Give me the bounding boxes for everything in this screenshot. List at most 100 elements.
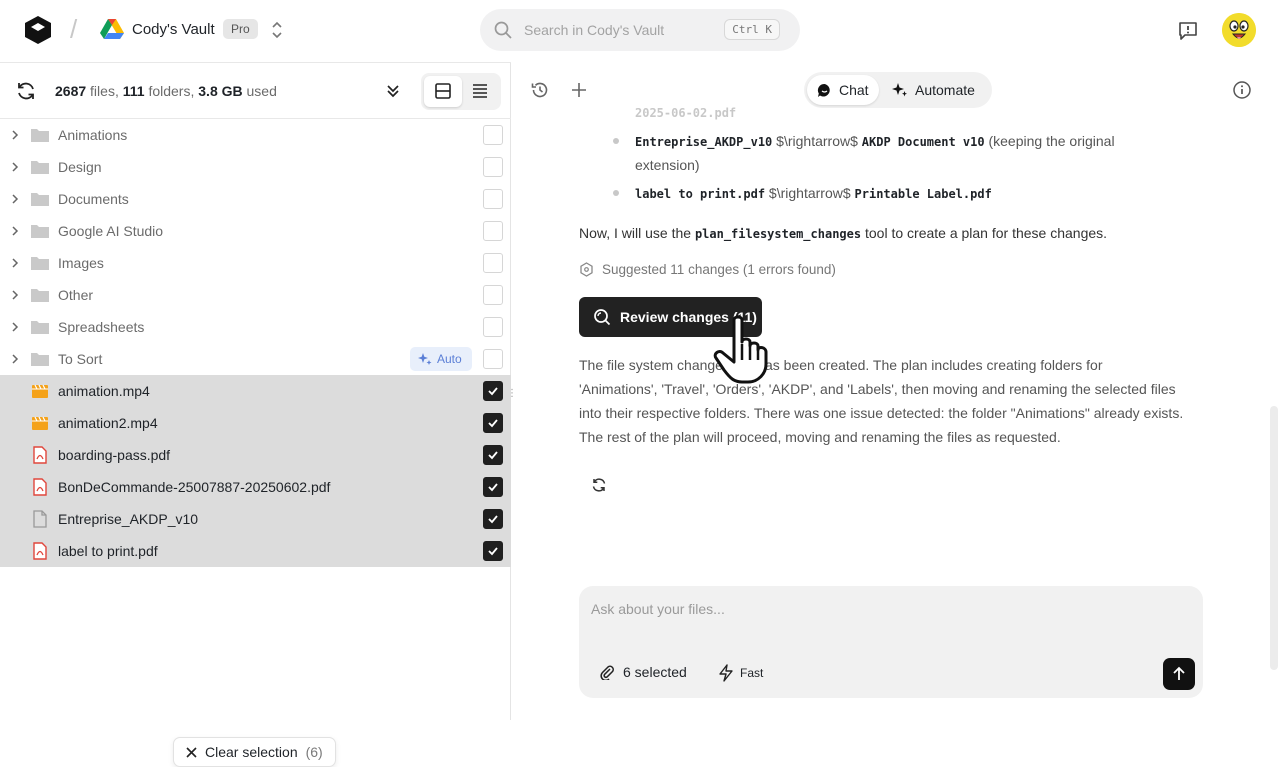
folder-row-other[interactable]: Other xyxy=(0,279,511,311)
clear-selection-button[interactable]: Clear selection (6) xyxy=(173,737,336,767)
tab-chat-label: Chat xyxy=(839,82,869,98)
folder-row-spreadsheets[interactable]: Spreadsheets xyxy=(0,311,511,343)
chevron-right-icon[interactable] xyxy=(9,225,21,237)
refresh-icon[interactable] xyxy=(15,80,37,102)
video-icon xyxy=(32,384,48,398)
folder-label: Spreadsheets xyxy=(58,319,145,335)
file-row-label-to-print[interactable]: label to print.pdf xyxy=(0,535,511,567)
feedback-icon[interactable] xyxy=(1176,19,1200,43)
file-row-bondecommande[interactable]: BonDeCommande-25007887-20250602.pdf xyxy=(0,471,511,503)
row-checkbox[interactable] xyxy=(483,541,503,561)
chat-icon xyxy=(817,83,830,97)
row-checkbox[interactable] xyxy=(483,477,503,497)
file-icon xyxy=(33,510,47,528)
folder-icon xyxy=(31,257,49,270)
chat-composer[interactable]: Ask about your files... 6 selected Fast xyxy=(579,586,1203,698)
file-row-animation-mp4[interactable]: animation.mp4 xyxy=(0,375,511,407)
speed-mode-button[interactable]: Fast xyxy=(718,664,763,682)
split-view-button[interactable] xyxy=(424,76,462,107)
list-view-icon xyxy=(473,84,487,98)
file-label: Entreprise_AKDP_v10 xyxy=(58,511,199,527)
rename-item-1: Entreprise_AKDP_v10 $\rightarrow$ AKDP D… xyxy=(635,133,1115,149)
chevron-right-icon[interactable] xyxy=(9,161,21,173)
info-icon[interactable] xyxy=(1232,80,1252,100)
chevron-right-icon[interactable] xyxy=(9,129,21,141)
list-bullet xyxy=(613,138,619,144)
speed-label: Fast xyxy=(740,666,764,680)
row-checkbox[interactable] xyxy=(483,157,503,177)
sparkle-icon xyxy=(892,83,907,97)
summary-line-3: into their respective folders. There was… xyxy=(579,405,1184,421)
vault-switcher-icon[interactable] xyxy=(269,20,285,40)
folder-label: Design xyxy=(58,159,102,175)
summary-line-1: The file system change plan has been cre… xyxy=(579,357,1103,373)
chevron-right-icon[interactable] xyxy=(9,289,21,301)
regenerate-icon[interactable] xyxy=(591,477,607,493)
row-checkbox[interactable] xyxy=(483,349,503,369)
file-label: label to print.pdf xyxy=(58,543,158,559)
new-chat-icon[interactable] xyxy=(570,81,588,99)
folder-row-images[interactable]: Images xyxy=(0,247,511,279)
suggested-label: Suggested 11 changes (1 errors found) xyxy=(602,262,836,277)
search-icon xyxy=(494,21,512,39)
file-row-boarding-pass[interactable]: boarding-pass.pdf xyxy=(0,439,511,471)
file-row-entreprise-akdp[interactable]: Entreprise_AKDP_v10 xyxy=(0,503,511,535)
tab-chat[interactable]: Chat xyxy=(807,75,879,105)
chevron-right-icon[interactable] xyxy=(9,321,21,333)
folder-row-animations[interactable]: Animations xyxy=(0,119,511,151)
app-logo-icon[interactable] xyxy=(22,14,54,46)
file-label: boarding-pass.pdf xyxy=(58,447,171,463)
folder-icon xyxy=(31,321,49,334)
selection-count: (6) xyxy=(305,744,323,760)
row-checkbox[interactable] xyxy=(483,445,503,465)
chevron-right-icon[interactable] xyxy=(9,193,21,205)
file-label: BonDeCommande-25007887-20250602.pdf xyxy=(58,479,331,495)
row-checkbox[interactable] xyxy=(483,189,503,209)
chevron-right-icon[interactable] xyxy=(9,257,21,269)
row-checkbox[interactable] xyxy=(483,125,503,145)
search-shortcut-hint: Ctrl K xyxy=(724,19,780,40)
folder-row-google-ai-studio[interactable]: Google AI Studio xyxy=(0,215,511,247)
list-view-button[interactable] xyxy=(461,76,499,107)
history-icon[interactable] xyxy=(530,80,550,100)
chat-scrollbar[interactable] xyxy=(1270,406,1278,670)
row-checkbox[interactable] xyxy=(483,381,503,401)
video-icon xyxy=(32,416,48,430)
breadcrumb-separator: / xyxy=(70,14,78,44)
file-tree: Animations Design Documents Google AI St… xyxy=(0,119,511,567)
send-button[interactable] xyxy=(1163,658,1195,690)
attachments-button[interactable]: 6 selected xyxy=(599,664,687,680)
folder-label: Documents xyxy=(58,191,129,207)
folder-row-documents[interactable]: Documents xyxy=(0,183,511,215)
chevron-right-icon[interactable] xyxy=(9,353,21,365)
row-checkbox[interactable] xyxy=(483,285,503,305)
row-checkbox[interactable] xyxy=(483,317,503,337)
chat-pane: 2025-06-02.pdf Chat Automate Entreprise_… xyxy=(512,62,1280,720)
row-checkbox[interactable] xyxy=(483,221,503,241)
auto-sort-badge[interactable]: Auto xyxy=(410,347,472,371)
sparkle-icon xyxy=(418,353,432,365)
folder-label: Animations xyxy=(58,127,128,143)
pdf-icon xyxy=(33,478,47,496)
pdf-icon xyxy=(33,542,47,560)
row-checkbox[interactable] xyxy=(483,509,503,529)
folder-row-to-sort[interactable]: To Sort Auto xyxy=(0,343,511,375)
search-bar[interactable]: Search in Cody's Vault Ctrl K xyxy=(480,9,800,51)
summary-line-4: The rest of the plan will proceed, movin… xyxy=(579,429,1061,445)
file-label: animation.mp4 xyxy=(58,383,150,399)
row-checkbox[interactable] xyxy=(483,413,503,433)
file-row-animation2-mp4[interactable]: animation2.mp4 xyxy=(0,407,511,439)
row-checkbox[interactable] xyxy=(483,253,503,273)
storage-stats-bar: 2687 files, 111 folders, 3.8 GB used xyxy=(0,62,511,119)
tab-automate[interactable]: Automate xyxy=(882,75,985,105)
list-bullet xyxy=(613,190,619,196)
tool-usage-line: Now, I will use the plan_filesystem_chan… xyxy=(579,225,1108,241)
search-placeholder: Search in Cody's Vault xyxy=(524,22,665,38)
avatar[interactable] xyxy=(1222,13,1256,47)
collapse-all-icon[interactable] xyxy=(383,81,403,101)
folder-row-design[interactable]: Design xyxy=(0,151,511,183)
chat-input[interactable]: Ask about your files... xyxy=(591,601,725,617)
tab-automate-label: Automate xyxy=(915,82,975,98)
vault-name[interactable]: Cody's Vault xyxy=(132,21,215,38)
storage-stats: 2687 files, 111 folders, 3.8 GB used xyxy=(55,83,277,99)
